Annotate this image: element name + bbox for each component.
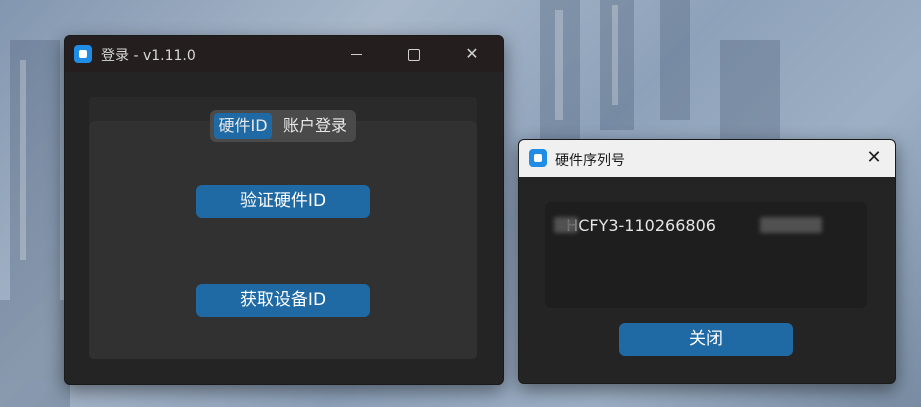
verify-hardware-id-button[interactable]: 验证硬件ID <box>196 185 370 218</box>
hardware-serial-dialog: 硬件序列号 ✕ HCFY3-110266806 关闭 <box>518 139 896 384</box>
app-icon <box>74 45 92 63</box>
close-button[interactable]: ✕ <box>449 40 495 68</box>
minimize-button[interactable] <box>333 40 379 68</box>
serial-textbox[interactable]: HCFY3-110266806 <box>545 202 867 308</box>
tab-view <box>89 121 477 359</box>
maximize-button[interactable] <box>391 40 437 68</box>
redaction-blur <box>554 217 578 233</box>
close-icon: ✕ <box>866 147 882 168</box>
tab-selector: 硬件ID 账户登录 <box>210 110 356 142</box>
login-window: 登录 - v1.11.0 ✕ 硬件ID 账户登录 验证硬件ID 获取设备ID <box>64 35 504 385</box>
redaction-blur <box>760 217 822 233</box>
window-title: 登录 - v1.11.0 <box>101 48 196 64</box>
dialog-titlebar[interactable]: 硬件序列号 ✕ <box>519 140 895 177</box>
minimize-icon <box>350 54 362 55</box>
get-device-id-button[interactable]: 获取设备ID <box>196 284 370 317</box>
login-titlebar[interactable]: 登录 - v1.11.0 ✕ <box>65 36 503 72</box>
maximize-icon <box>408 48 420 61</box>
tab-hardware-id[interactable]: 硬件ID <box>214 113 272 139</box>
app-icon <box>529 149 547 167</box>
dialog-close-button[interactable]: ✕ <box>857 144 891 172</box>
close-icon: ✕ <box>465 44 479 63</box>
serial-value: HCFY3-110266806 <box>566 216 716 235</box>
close-dialog-button[interactable]: 关闭 <box>619 323 793 356</box>
tab-account-login[interactable]: 账户登录 <box>278 113 352 139</box>
dialog-title: 硬件序列号 <box>555 153 625 169</box>
